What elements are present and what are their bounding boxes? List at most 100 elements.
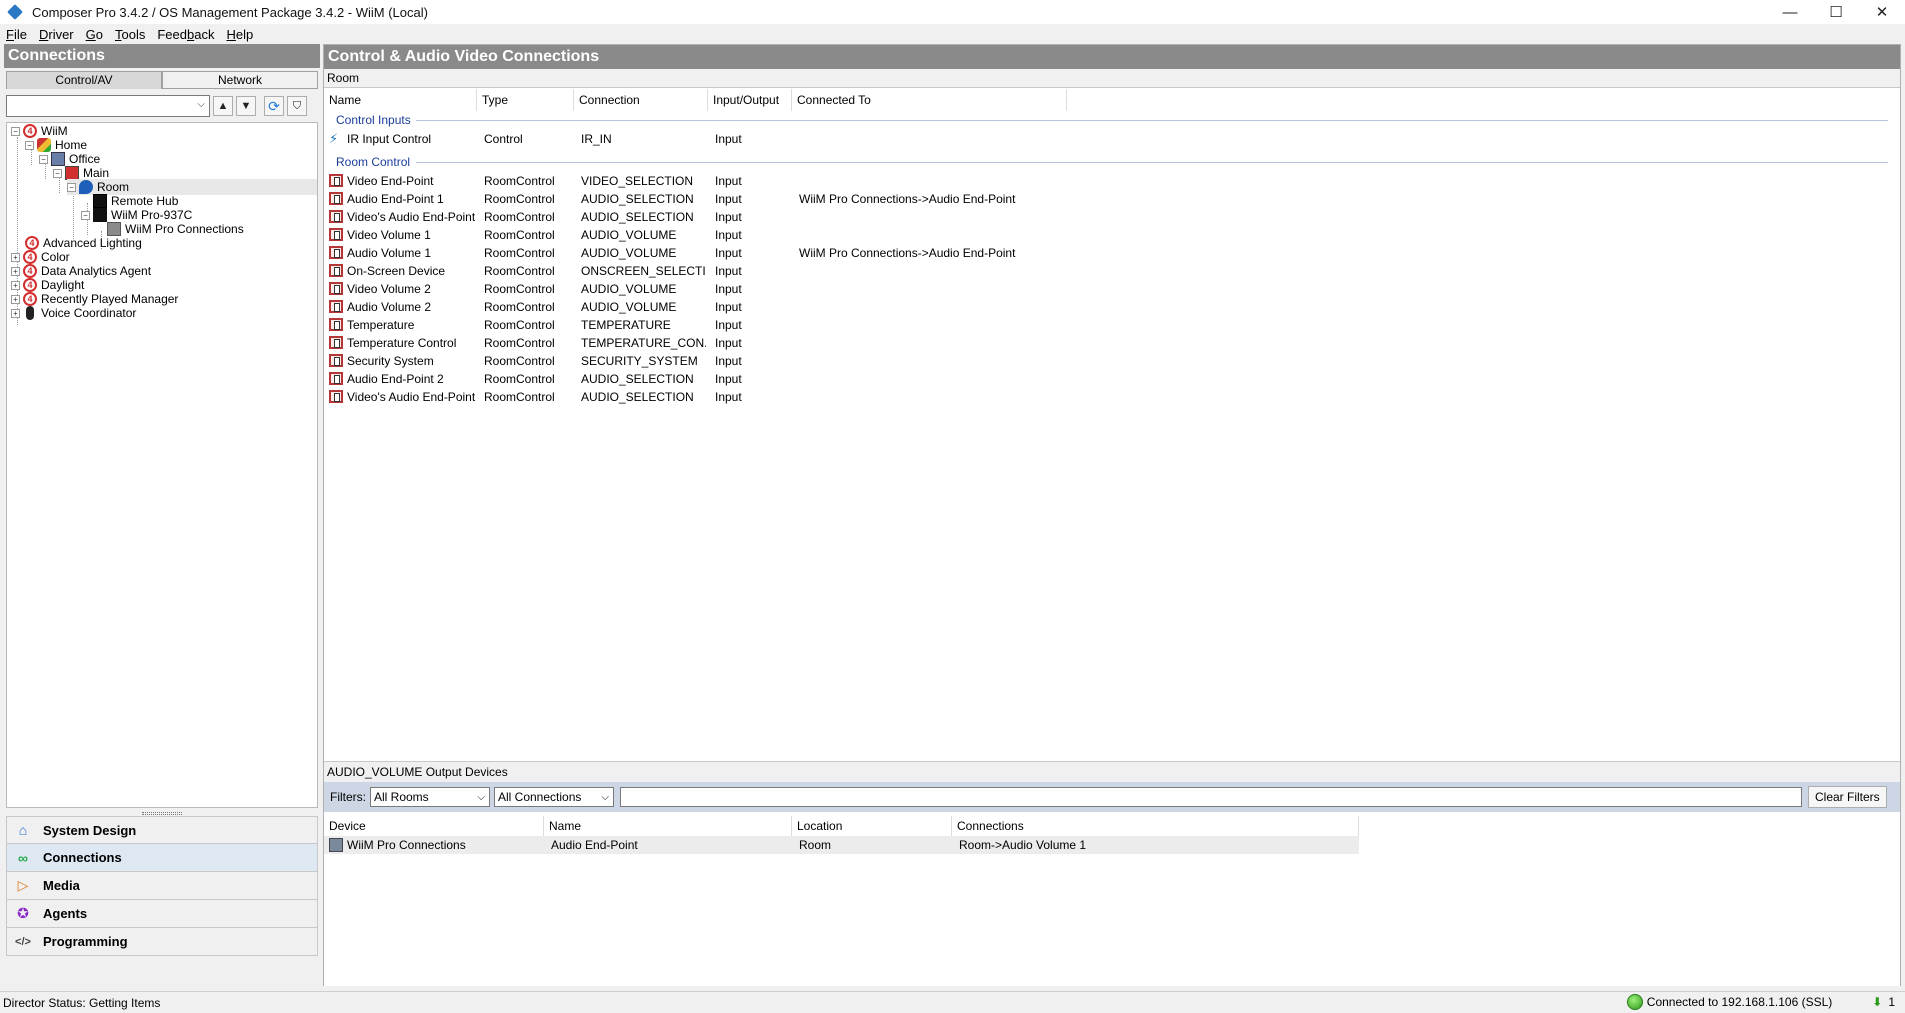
connection-row[interactable]: Audio End-Point 2 RoomControl AUDIO_SELECT… [324,370,1900,388]
cell-io: Input [715,318,742,332]
connection-row[interactable]: Audio End-Point 1 RoomControl AUDIO_SELECT… [324,190,1900,208]
cell-name: Video End-Point [347,174,434,188]
menu-tools[interactable]: Tools [115,27,145,42]
menu-go[interactable]: Go [86,27,103,42]
room-control-icon [329,354,343,367]
nav-connections[interactable]: ∞ Connections [6,844,318,872]
cell-connected-to: WiiM Pro Connections->Audio End-Point [799,246,1016,260]
column-header-device[interactable]: Device [324,816,544,836]
cell-connected-to [799,262,1059,280]
tree-toolbar: ⌵ ▲ ▼ ⟳ ⛉ [6,94,318,118]
view-title: Control & Audio Video Connections [324,45,1900,69]
room-control-icon [329,264,343,277]
column-header-connections[interactable]: Connections [952,816,1359,836]
cell-connection: AUDIO_SELECTION [581,210,694,224]
menu-bar: File Driver Go Tools Feedback Help [0,24,1905,44]
connection-row[interactable]: Video End-Point RoomControl VIDEO_SELECTIO… [324,172,1900,190]
filter-button[interactable]: ⛉ [287,96,307,116]
expand-icon[interactable]: + [11,308,20,318]
collapse-icon[interactable]: − [25,140,34,150]
minimize-button[interactable]: — [1767,0,1813,24]
column-header-location[interactable]: Location [792,816,952,836]
c4-logo-icon: 4 [23,292,37,306]
column-header-connection[interactable]: Connection [574,89,708,111]
cell-connected-to [799,226,1059,244]
floor-icon [65,166,79,180]
cell-type: RoomControl [484,354,555,368]
cell-connection: VIDEO_SELECTION [581,174,694,188]
connection-row[interactable]: Video Volume 2 RoomControl AUDIO_VOLUME Inp… [324,280,1900,298]
cell-io: Input [715,336,742,350]
column-header-io[interactable]: Input/Output [708,89,792,111]
expand-icon[interactable]: + [11,280,20,290]
menu-feedback[interactable]: Feedback [157,27,214,42]
connection-row[interactable]: ⚡ IR Input Control Control IR_IN Input [324,130,1900,148]
tree-node[interactable]: + Voice Coordinator [11,305,136,321]
download-icon[interactable]: ⬇ [1872,995,1882,1009]
connection-row[interactable]: Audio Volume 1 RoomControl AUDIO_VOLUME Inp… [324,244,1900,262]
clear-filters-button[interactable]: Clear Filters [1808,786,1887,808]
connection-row[interactable]: Audio Volume 2 RoomControl AUDIO_VOLUME Inp… [324,298,1900,316]
cell-io: Input [715,282,742,296]
menu-driver[interactable]: Driver [39,27,74,42]
expand-icon[interactable]: + [11,252,20,262]
next-button[interactable]: ▼ [236,96,256,116]
menu-file[interactable]: File [6,27,27,42]
maximize-button[interactable]: ☐ [1813,0,1859,24]
title-bar: Composer Pro 3.4.2 / OS Management Packa… [0,0,1905,24]
room-control-icon [329,372,343,385]
collapse-icon[interactable]: − [53,168,62,178]
cell-name: Audio End-Point 2 [347,372,444,386]
panel-splitter[interactable] [142,812,182,815]
collapse-icon[interactable]: − [67,182,76,192]
column-header-name[interactable]: Name [544,816,792,836]
collapse-icon[interactable]: − [81,210,90,220]
collapse-icon[interactable]: − [39,154,48,164]
c4-logo-icon: 4 [23,250,37,264]
cell-connected-to [799,352,1059,370]
output-device-row[interactable]: WiiM Pro Connections Audio End-Point Roo… [324,836,1359,854]
connections-filter-select[interactable]: All Connections ⌵ [494,787,614,807]
column-header-name[interactable]: Name [324,89,477,111]
expand-icon[interactable]: + [11,266,20,276]
previous-button[interactable]: ▲ [213,96,233,116]
cell-connection: SECURITY_SYSTEM [581,354,698,368]
column-header-connected-to[interactable]: Connected To [792,89,1067,111]
menu-help[interactable]: Help [226,27,253,42]
nav-agents[interactable]: ✪ Agents [6,900,318,928]
connection-row[interactable]: On-Screen Device RoomControl ONSCREEN_SELE… [324,262,1900,280]
connection-row[interactable]: Video's Audio End-Point 1 RoomControl AUDI… [324,208,1900,226]
connection-row[interactable]: Temperature Control RoomControl TEMPERATUR… [324,334,1900,352]
cell-type: RoomControl [484,372,555,386]
connection-row[interactable]: Video's Audio End-Point 2 RoomControl AUDI… [324,388,1900,406]
collapse-icon[interactable]: − [11,126,20,136]
tab-control-av[interactable]: Control/AV [6,71,162,89]
cell-io: Input [715,210,742,224]
column-header-type[interactable]: Type [477,89,574,111]
cell-connection: TEMPERATURE_CON... [581,336,706,350]
cell-type: RoomControl [484,336,555,350]
connection-row[interactable]: Temperature RoomControl TEMPERATURE Input [324,316,1900,334]
expand-icon[interactable]: + [11,294,20,304]
filter-text-input[interactable] [620,787,1802,807]
close-button[interactable]: ✕ [1859,0,1905,24]
cell-connected-to [799,316,1059,334]
c4-logo-icon: 4 [23,124,37,138]
nav-system-design[interactable]: ⌂ System Design [6,816,318,844]
room-control-icon [329,336,343,349]
connection-row[interactable]: Security System RoomControl SECURITY_SYSTE… [324,352,1900,370]
remote-hub-icon [93,194,107,208]
tab-network[interactable]: Network [162,71,318,89]
chevron-down-icon: ⌵ [197,99,205,110]
rooms-filter-select[interactable]: All Rooms ⌵ [370,787,490,807]
nav-programming[interactable]: </> Programming [6,928,318,956]
tree-search-combo[interactable]: ⌵ [6,95,210,117]
link-icon: ∞ [18,849,28,866]
refresh-button[interactable]: ⟳ [264,96,284,116]
cell-connected-to: WiiM Pro Connections->Audio End-Point [799,192,1016,206]
nav-media[interactable]: ▷ Media [6,872,318,900]
chevron-down-icon: ⌵ [601,792,609,803]
composer-app: Composer Pro 3.4.2 / OS Management Packa… [0,0,1905,1013]
connection-row[interactable]: Video Volume 1 RoomControl AUDIO_VOLUME Inp… [324,226,1900,244]
connections-icon [329,838,343,852]
